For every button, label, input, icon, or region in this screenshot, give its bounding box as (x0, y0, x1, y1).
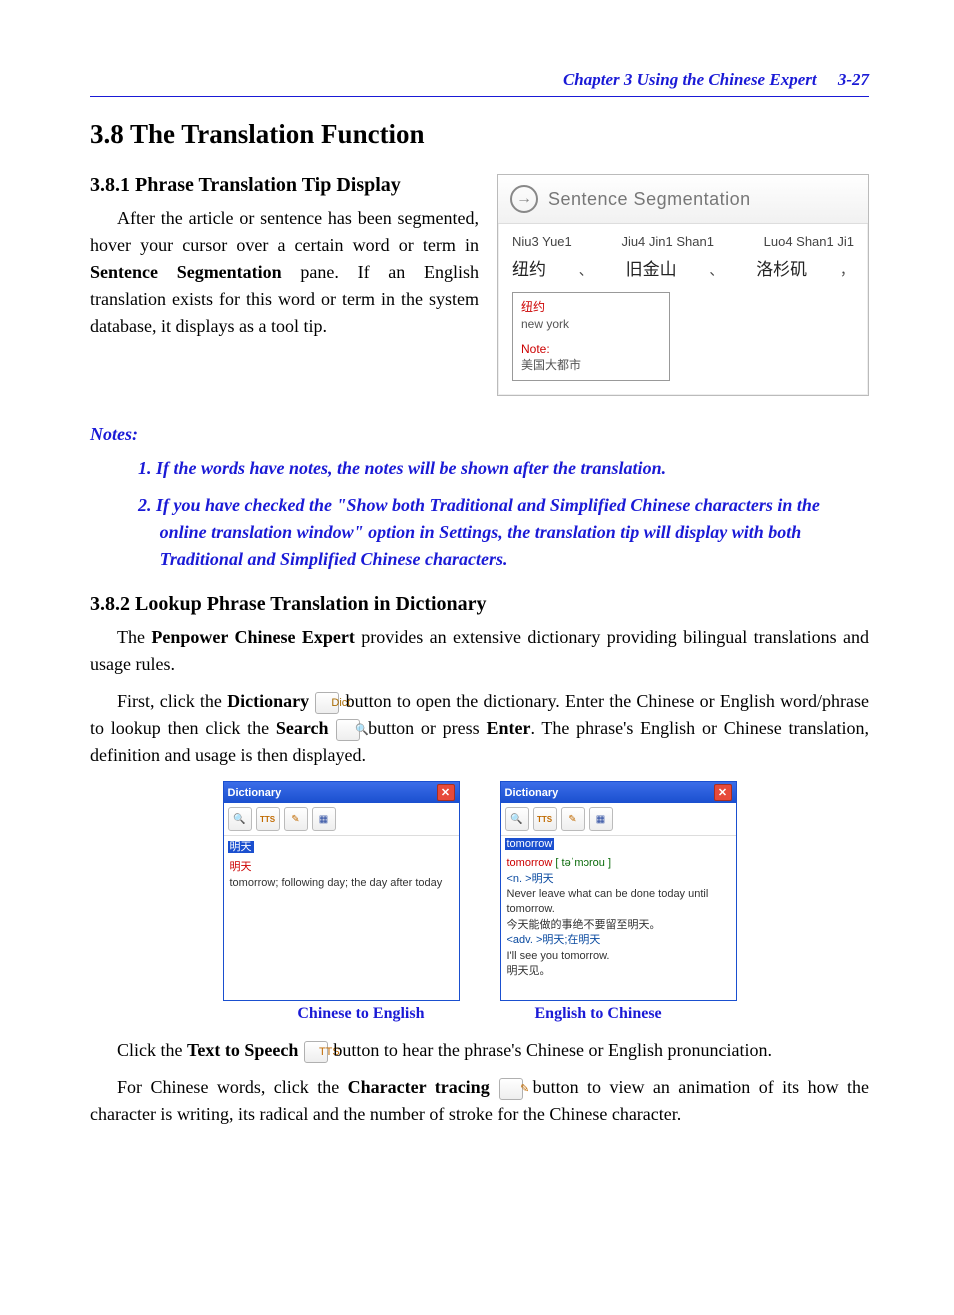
tooltip-note-label: Note: (521, 341, 661, 358)
dict-input[interactable]: 明天 (228, 838, 455, 854)
search-icon[interactable]: 🔍 (505, 807, 529, 831)
dict-captions: Chinese to English English to Chinese (90, 1005, 869, 1023)
sub2-paragraph-4: For Chinese words, click the Character t… (90, 1074, 869, 1128)
sentence-segmentation-figure: → Sentence Segmentation Niu3 Yue1 Jiu4 J… (497, 174, 869, 396)
arrow-right-icon: → (510, 185, 538, 213)
seg-header: → Sentence Segmentation (498, 175, 868, 224)
search-icon[interactable]: 🔍 (336, 719, 360, 741)
dictionary-icon[interactable]: Dict (315, 692, 339, 714)
header-rule (90, 96, 869, 97)
dict-line: 今天能做的事绝不要留至明天。 (507, 919, 661, 931)
seg-title: Sentence Segmentation (548, 189, 751, 210)
dict-phonetic: [ təˈmɔrou ] (552, 857, 611, 869)
section-title: 3.8 The Translation Function (90, 119, 869, 150)
tts-icon[interactable]: TTS (256, 807, 280, 831)
sub2-paragraph-1: The Penpower Chinese Expert provides an … (90, 624, 869, 678)
dict-toolbar: 🔍 TTS ✎ ▦ (224, 803, 459, 836)
pencil-icon[interactable]: ✎ (561, 807, 585, 831)
page-number: 3-27 (838, 70, 869, 89)
tts-icon[interactable]: TTS (533, 807, 557, 831)
dict-line: I'll see you tomorrow. (507, 950, 610, 962)
pencil-icon[interactable]: ✎ (499, 1078, 523, 1100)
caption-en-cn: English to Chinese (535, 1005, 662, 1023)
caption-cn-en: Chinese to English (297, 1005, 424, 1023)
seg-pinyin-row: Niu3 Yue1 Jiu4 Jin1 Shan1 Luo4 Shan1 Ji1 (512, 234, 854, 249)
subsection-3-8-2-title: 3.8.2 Lookup Phrase Translation in Dicti… (90, 593, 869, 616)
close-icon[interactable]: ✕ (714, 784, 732, 801)
dict-input[interactable]: tomorrow (505, 838, 732, 850)
grid-icon[interactable]: ▦ (312, 807, 336, 831)
dict-titlebar: Dictionary ✕ (501, 782, 736, 803)
dict-headword: 明天 (230, 861, 252, 873)
tooltip-note-body: 美国大都市 (521, 358, 581, 372)
dict-line: <adv. >明天;在明天 (507, 934, 601, 946)
dict-title: Dictionary (505, 787, 559, 799)
dict-title: Dictionary (228, 787, 282, 799)
dict-toolbar: 🔍 TTS ✎ ▦ (501, 803, 736, 836)
subsection-3-8-1-title: 3.8.1 Phrase Translation Tip Display (90, 174, 479, 197)
dict-line: <n. >明天 (507, 873, 554, 885)
tooltip-translation: new york (521, 317, 569, 331)
note-item: If the words have notes, the notes will … (138, 455, 869, 482)
dict-result: 明天 tomorrow; following day; the day afte… (224, 856, 459, 1000)
running-header: Chapter 3 Using the Chinese Expert 3-27 (90, 70, 869, 96)
sub1-paragraph: After the article or sentence has been s… (90, 205, 479, 340)
chapter-label: Chapter 3 Using the Chinese Expert (563, 70, 817, 89)
sub2-paragraph-3: Click the Text to Speech TTS button to h… (90, 1037, 869, 1064)
dictionary-window-cn-en: Dictionary ✕ 🔍 TTS ✎ ▦ 明天 明天 tomorrow; f… (223, 781, 460, 1001)
pencil-icon[interactable]: ✎ (284, 807, 308, 831)
notes-list: If the words have notes, the notes will … (138, 455, 869, 573)
grid-icon[interactable]: ▦ (589, 807, 613, 831)
tooltip-headword: 纽约 (521, 300, 545, 314)
dict-line: 明天见。 (507, 965, 551, 977)
notes-heading: Notes: (90, 424, 869, 445)
sub2-paragraph-2: First, click the Dictionary Dict button … (90, 688, 869, 769)
dict-line: Never leave what can be done today until… (507, 888, 709, 915)
seg-cjk-row: 纽约 、 旧金山 、 洛杉矶 ， (512, 255, 854, 280)
dict-headword: tomorrow (507, 857, 553, 869)
note-item: If you have checked the "Show both Tradi… (138, 492, 869, 573)
search-icon[interactable]: 🔍 (228, 807, 252, 831)
close-icon[interactable]: ✕ (437, 784, 455, 801)
translation-tooltip: 纽约 new york Note: 美国大都市 (512, 292, 670, 381)
dict-definition: tomorrow; following day; the day after t… (230, 877, 443, 889)
dict-titlebar: Dictionary ✕ (224, 782, 459, 803)
dict-result: tomorrow [ təˈmɔrou ] <n. >明天 Never leav… (501, 852, 736, 996)
dictionary-window-en-cn: Dictionary ✕ 🔍 TTS ✎ ▦ tomorrow tomorrow… (500, 781, 737, 1001)
tts-icon[interactable]: TTS (304, 1041, 328, 1063)
